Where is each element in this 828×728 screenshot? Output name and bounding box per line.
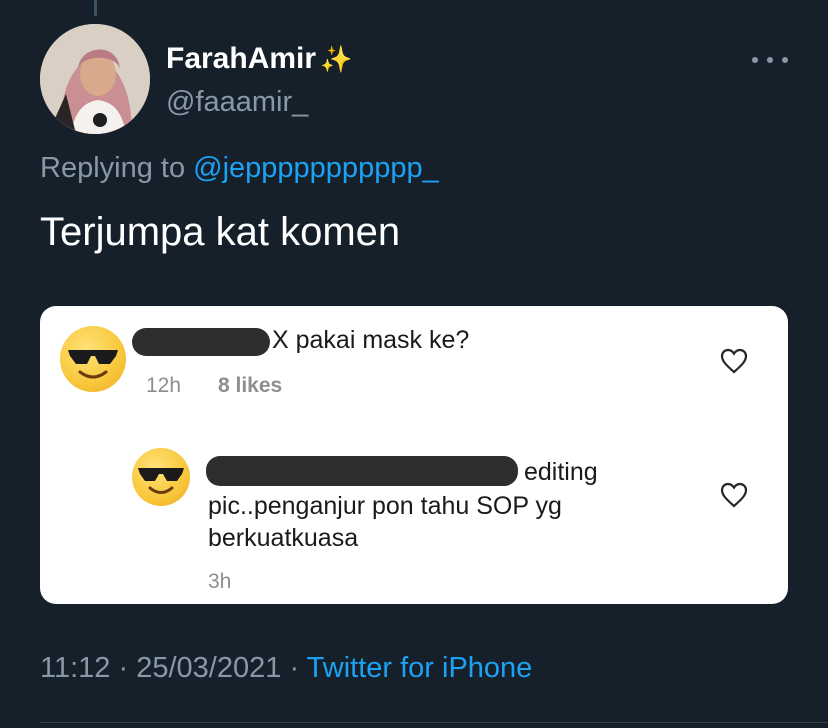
attached-screenshot[interactable]: X pakai mask ke? 12h 8 likes editing pic… [40,306,788,604]
comment-text-line3: berkuatkuasa [208,524,359,552]
more-options-icon[interactable] [752,48,788,72]
divider [40,722,828,723]
display-name[interactable]: FarahAmir ✨ [166,42,352,76]
tweet-source[interactable]: Twitter for iPhone [307,652,533,684]
tweet-metadata: 11:12 · 25/03/2021 · Twitter for iPhone [40,652,532,685]
separator: · [289,652,300,684]
replying-prefix: Replying to [40,152,186,184]
profile-photo [40,24,150,134]
avatar[interactable] [40,24,150,134]
tweet-date[interactable]: 25/03/2021 [136,652,281,684]
user-handle[interactable]: @faaamir_ [166,86,308,119]
heart-icon[interactable] [720,348,748,374]
sparkles-emoji-icon: ✨ [320,43,353,74]
comment-age: 12h [146,374,182,397]
comment-text-line2: pic..penganjur pon tahu SOP yg [208,492,562,520]
tweet-text: Terjumpa kat komen [40,210,401,254]
comment-age: 3h [208,570,232,593]
sunglasses-emoji-icon [60,326,126,392]
replying-to-mention[interactable]: @jeppppppppppp_ [193,152,439,184]
comment-text: X pakai mask ke? [272,326,470,354]
display-name-text: FarahAmir [166,42,317,75]
heart-icon[interactable] [720,482,748,508]
thread-connector-line [94,0,97,16]
tweet-time[interactable]: 11:12 [40,652,110,684]
redacted-username [206,456,518,486]
comment-text-line1: editing [524,458,598,486]
redacted-username [132,328,270,356]
replying-to: Replying to @jeppppppppppp_ [40,152,439,185]
separator: · [118,652,129,684]
comment-likes: 8 likes [218,374,283,397]
sunglasses-emoji-icon [132,448,190,506]
